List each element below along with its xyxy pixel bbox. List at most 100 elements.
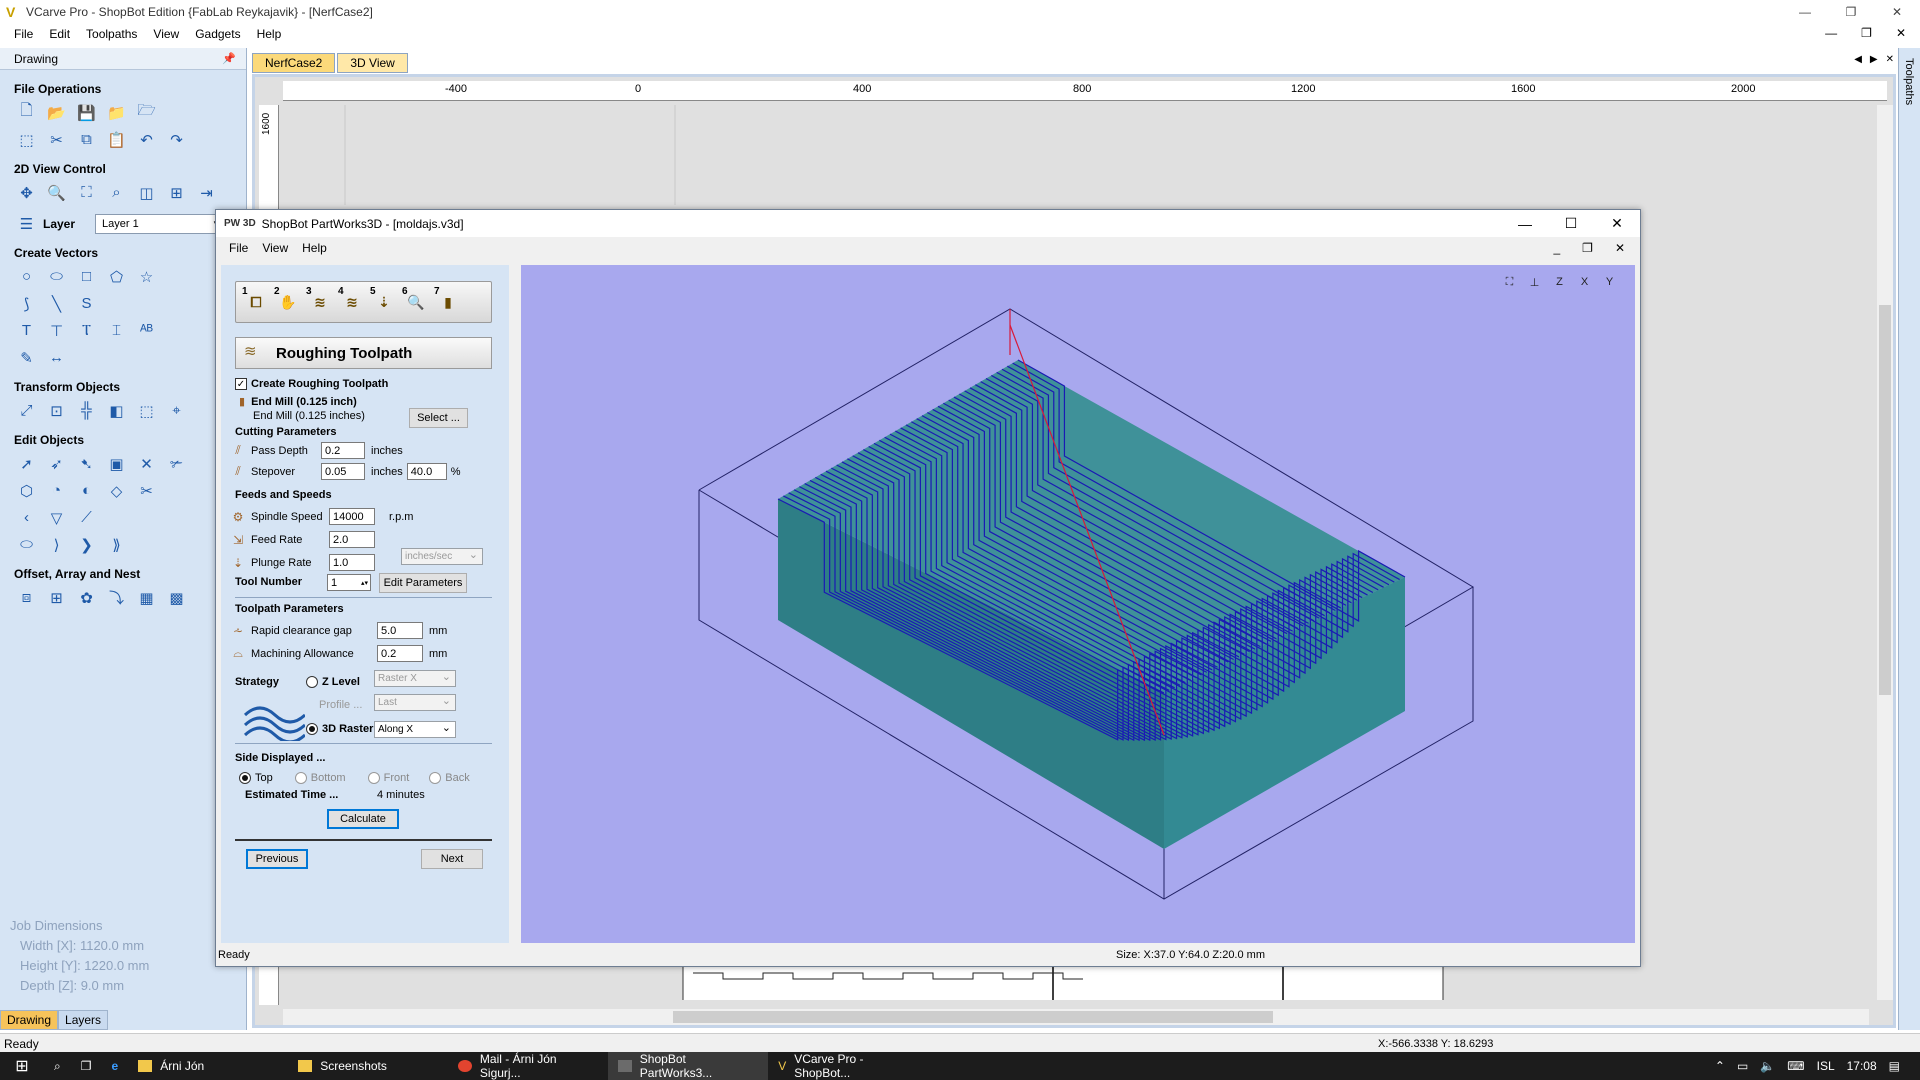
tab-close-icon[interactable]: ✕ [1886,54,1894,65]
array-icon[interactable]: ⊞ [46,587,67,608]
save-icon[interactable]: 💾 [76,102,97,123]
grid-array-icon[interactable]: ▦ [136,587,157,608]
pan-icon[interactable]: ✥ [16,182,37,203]
set-position-icon[interactable]: ⌖ [166,400,187,421]
new-file-icon[interactable]: 🗋 [16,102,37,123]
interactive-select-icon[interactable]: ➷ [76,453,97,474]
previous-button[interactable]: Previous [246,849,308,869]
offset-icon[interactable]: ⧈ [16,587,37,608]
menu-toolpaths[interactable]: Toolpaths [78,27,145,41]
text-icon[interactable]: T [16,320,37,341]
nest-icon[interactable]: ▩ [166,587,187,608]
calculate-button[interactable]: Calculate [327,809,399,829]
open-file-icon[interactable]: 📂 [46,102,67,123]
pw-menu-file[interactable]: File [222,241,255,255]
line-icon[interactable]: ╲ [46,293,67,314]
text-box-icon[interactable]: ⊤ [46,320,67,341]
edit-parameters-button[interactable]: Edit Parameters [379,573,467,593]
taskbar-app[interactable]: ShopBot PartWorks3... [608,1052,769,1080]
iso-view-icon[interactable]: ⊥ [1525,273,1544,291]
circle-icon[interactable]: ○ [16,266,37,287]
pw-close-button[interactable]: ✕ [1594,210,1640,237]
node-edit-icon[interactable]: ➶ [46,453,67,474]
raster-direction-select[interactable]: Along X [374,721,456,738]
side-front-radio[interactable] [367,772,380,784]
z-view-icon[interactable]: Z [1550,273,1569,291]
layer-select[interactable]: Layer 1 [95,213,225,234]
toolpaths-tab[interactable]: Toolpaths [1903,58,1915,105]
profile-select[interactable]: Last [374,694,456,711]
paste-icon[interactable]: 📋 [106,129,127,150]
step-1-icon[interactable]: 1 ⧠ [242,286,270,316]
pw-minimize-button[interactable]: — [1502,210,1548,237]
taskbar-app[interactable]: Screenshots [288,1052,448,1080]
spindle-input[interactable]: 14000 [329,508,375,525]
plunge-rate-input[interactable]: 1.0 [329,554,375,571]
tab-scroll-right-icon[interactable]: ▶ [1870,54,1878,65]
search-icon[interactable]: ⌕ [44,1052,71,1080]
align-icon[interactable]: ╬ [76,400,97,421]
zoom-extents-icon[interactable]: ⛶ [1500,273,1519,291]
tool-number-input[interactable]: 1 ▴▾ [327,574,371,591]
tab-nerfcase2[interactable]: NerfCase2 [252,53,336,73]
pw-mdi-minimize[interactable]: _ [1546,241,1567,255]
cut-icon[interactable]: ✂ [46,129,67,150]
zoom-icon[interactable]: 🔍 [46,182,67,203]
draw-vector-icon[interactable]: ✎ [16,347,37,368]
open-vector-icon[interactable]: ⟫ [106,534,127,555]
star-icon[interactable]: ☆ [136,266,157,287]
copy-icon[interactable]: ⧉ [76,129,97,150]
split-view-icon[interactable]: ◫ [136,182,157,203]
circular-array-icon[interactable]: ✿ [76,587,97,608]
rate-unit-select[interactable]: inches/sec [401,548,483,565]
pw-menu-view[interactable]: View [255,241,295,255]
spin-arrows-icon[interactable]: ▴▾ [361,579,370,587]
feed-rate-input[interactable]: 2.0 [329,531,375,548]
weld-icon[interactable]: ⬡ [16,480,37,501]
y-view-icon[interactable]: Y [1600,273,1619,291]
subtract-icon[interactable]: ◔ [46,480,67,501]
pw-mdi-restore[interactable]: ❐ [1575,241,1600,255]
trim-icon[interactable]: ✃ [166,453,187,474]
undo-icon[interactable]: ↶ [136,129,157,150]
pw-maximize-button[interactable]: ☐ [1548,210,1594,237]
delete-icon[interactable]: ✕ [136,453,157,474]
pin-icon[interactable]: 📌 [222,52,236,65]
dimension-icon[interactable]: ⌶ [106,320,127,341]
side-back-radio[interactable] [429,772,442,784]
tray-chevron-icon[interactable]: ⌃ [1715,1059,1725,1073]
zoom-extents-icon[interactable]: ⛶ [76,182,97,203]
zoom-box-icon[interactable]: ⌕ [106,182,127,203]
pw-mdi-close[interactable]: ✕ [1608,241,1632,255]
menu-help[interactable]: Help [249,27,290,41]
task-view-icon[interactable]: ❐ [71,1052,102,1080]
volume-icon[interactable]: 🔈 [1760,1059,1775,1073]
copy-along-icon[interactable]: ⤵ [106,587,127,608]
step-5-icon[interactable]: 5 ⇣ [370,286,398,316]
distort-icon[interactable]: ⬚ [136,400,157,421]
toolpaths-strip[interactable]: Toolpaths [1898,48,1920,1030]
taskbar-app[interactable]: V VCarve Pro - ShopBot... [768,1052,928,1080]
rapid-clearance-input[interactable]: 5.0 [377,622,423,639]
toggle-3d-icon[interactable]: ⇥ [196,182,217,203]
edge-icon[interactable]: e [102,1052,129,1080]
move-icon[interactable]: ⤢ [16,400,37,421]
ellipse-icon[interactable]: ⬭ [46,266,67,287]
join-icon[interactable]: ◇ [106,480,127,501]
fillet-icon[interactable]: ‹ [16,507,37,528]
group-icon[interactable]: ▣ [106,453,127,474]
text-on-curve-icon[interactable]: Ⲧ [76,320,97,341]
intersect-icon[interactable]: ◐ [76,480,97,501]
restore-button[interactable]: ❐ [1828,0,1874,23]
step-7-icon[interactable]: 7 ▮ [434,286,462,316]
scale-icon[interactable]: ⊡ [46,400,67,421]
x-view-icon[interactable]: X [1575,273,1594,291]
next-button[interactable]: Next [421,849,483,869]
smooth-icon[interactable]: ⟩ [46,534,67,555]
import-icon[interactable]: 📁 [106,102,127,123]
step-6-icon[interactable]: 6 🔍 [402,286,430,316]
vertical-scrollbar[interactable] [1877,105,1893,1000]
select-icon[interactable]: ➚ [16,453,37,474]
tab-layers[interactable]: Layers [58,1010,109,1030]
scissors-icon[interactable]: ✂ [136,480,157,501]
